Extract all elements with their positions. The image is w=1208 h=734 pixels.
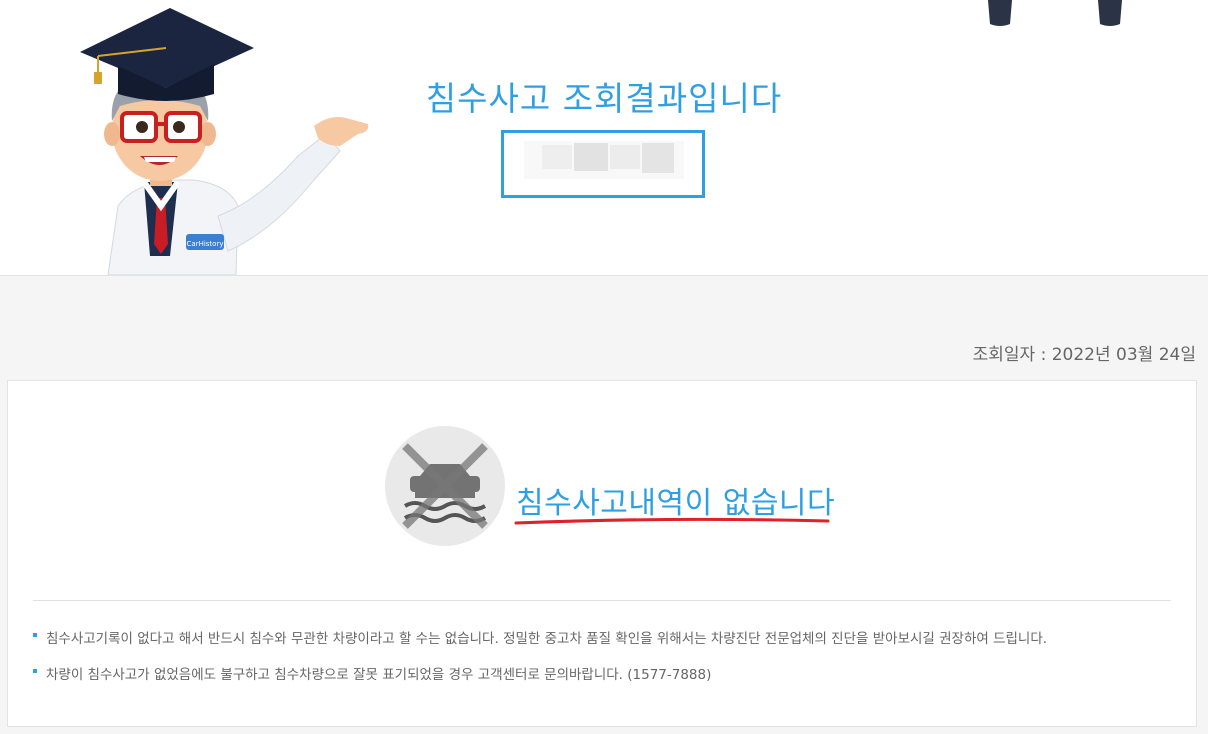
bullet-icon	[33, 669, 37, 673]
page-title: 침수사고 조회결과입니다	[425, 79, 783, 118]
flood-icon-circle	[385, 426, 505, 546]
blurred-plate-number	[524, 141, 684, 179]
professor-mascot: CarHistory	[80, 8, 369, 275]
bullet-icon	[33, 633, 37, 637]
divider	[33, 600, 1171, 601]
legs-illustration	[988, 0, 1122, 26]
lookup-date: 조회일자 : 2022년 03월 24일	[972, 345, 1196, 365]
highlight-underline	[514, 517, 830, 525]
note-item: 침수사고기록이 없다고 해서 반드시 침수와 무관한 차량이라고 할 수는 없습…	[33, 627, 1048, 647]
note-item: 차량이 침수사고가 없었음에도 불구하고 침수차량으로 잘못 표기되었을 경우 …	[33, 663, 712, 683]
note-text: 차량이 침수사고가 없었음에도 불구하고 침수차량으로 잘못 표기되었을 경우 …	[46, 667, 712, 683]
result-panel: 침수사고내역이 없습니다 침수사고기록이 없다고 해서 반드시 침수와 무관한 …	[7, 380, 1197, 727]
license-plate-box	[501, 130, 705, 198]
note-text: 침수사고기록이 없다고 해서 반드시 침수와 무관한 차량이라고 할 수는 없습…	[46, 631, 1048, 647]
result-header: CarHistory 침수사고 조회결과입니다	[0, 0, 1208, 276]
flooded-car-icon	[402, 443, 488, 529]
mascot-badge-text: CarHistory	[187, 240, 224, 248]
